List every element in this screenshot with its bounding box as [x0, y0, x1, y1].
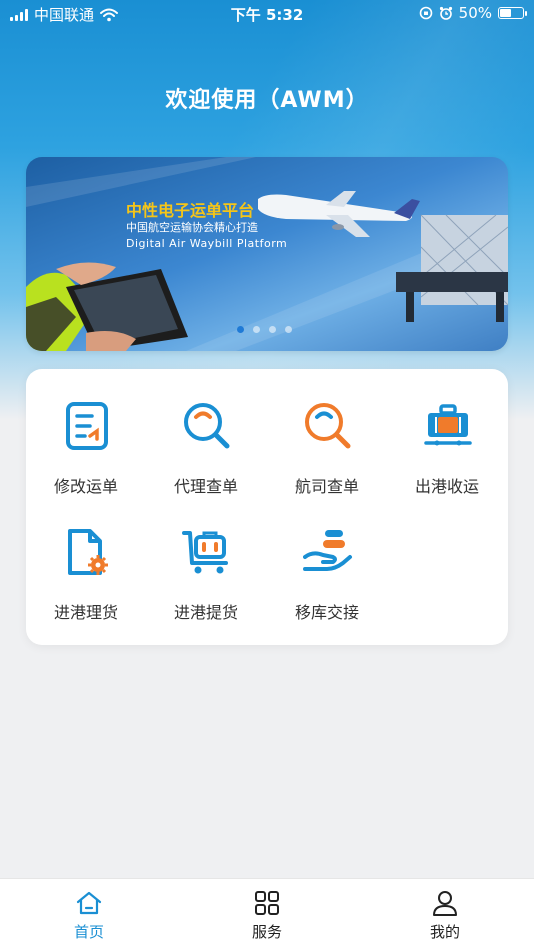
bottom-tab-bar: 首页 服务 我的 — [0, 878, 534, 951]
menu-label: 进港提货 — [173, 603, 238, 622]
rotation-lock-icon — [419, 6, 432, 20]
user-icon — [433, 891, 457, 916]
menu-item-agent-search[interactable]: 代理查单 — [146, 369, 266, 496]
cart-pickup-icon — [182, 531, 228, 574]
status-bar: 中国联通 下午 5:32 50% — [0, 0, 534, 28]
tablet-hand-graphic — [26, 262, 188, 351]
tab-home[interactable]: 首页 — [49, 889, 129, 942]
banner-subtitle: 中国航空运输协会精心打造 — [126, 221, 258, 234]
airline-search-icon — [305, 403, 351, 449]
function-grid: 修改运单 代理查单 航司查单 出港收运 进港理货 进港提货 移库交接 — [26, 369, 508, 645]
home-icon — [76, 891, 102, 915]
carousel-dot[interactable] — [237, 326, 244, 333]
carousel-dot[interactable] — [285, 326, 292, 333]
menu-label: 进港理货 — [53, 603, 118, 622]
banner-illustration — [26, 157, 508, 351]
tab-label: 我的 — [429, 923, 460, 941]
battery-icon — [498, 7, 527, 19]
page-title: 欢迎使用（AWM） — [165, 88, 369, 113]
menu-label: 航司查单 — [294, 477, 359, 496]
document-gear-icon — [68, 529, 108, 575]
menu-item-modify-waybill[interactable]: 修改运单 — [26, 369, 146, 496]
menu-label: 移库交接 — [294, 603, 359, 622]
luggage-icon — [424, 404, 472, 446]
banner-title: 中性电子运单平台 — [126, 201, 255, 220]
banner-english: Digital Air Waybill Platform — [126, 237, 288, 250]
menu-item-outbound-receive[interactable]: 出港收运 — [387, 369, 507, 496]
tab-profile[interactable]: 我的 — [405, 889, 485, 942]
hand-transfer-icon — [303, 530, 352, 571]
menu-item-airline-search[interactable]: 航司查单 — [267, 369, 387, 496]
alarm-icon — [439, 6, 452, 20]
carousel-dot[interactable] — [269, 326, 276, 333]
menu-label: 出港收运 — [414, 477, 479, 496]
battery-percent: 50% — [458, 4, 492, 22]
tab-services[interactable]: 服务 — [227, 889, 307, 942]
grid-icon — [255, 891, 279, 915]
promo-banner[interactable]: 中性电子运单平台 中国航空运输协会精心打造 Digital Air Waybil… — [26, 157, 508, 351]
carousel-indicator[interactable] — [237, 326, 292, 333]
menu-label: 修改运单 — [53, 477, 118, 496]
airplane-graphic — [258, 191, 420, 237]
agent-search-icon — [184, 403, 230, 449]
waybill-edit-icon — [66, 402, 108, 450]
tab-label: 服务 — [251, 923, 282, 941]
menu-label: 代理查单 — [173, 477, 238, 496]
menu-item-inbound-pickup[interactable]: 进港提货 — [146, 495, 266, 622]
menu-item-warehouse-transfer[interactable]: 移库交接 — [267, 495, 387, 622]
carousel-dot[interactable] — [253, 326, 260, 333]
menu-item-inbound-tally[interactable]: 进港理货 — [26, 495, 146, 622]
tab-label: 首页 — [73, 923, 104, 941]
